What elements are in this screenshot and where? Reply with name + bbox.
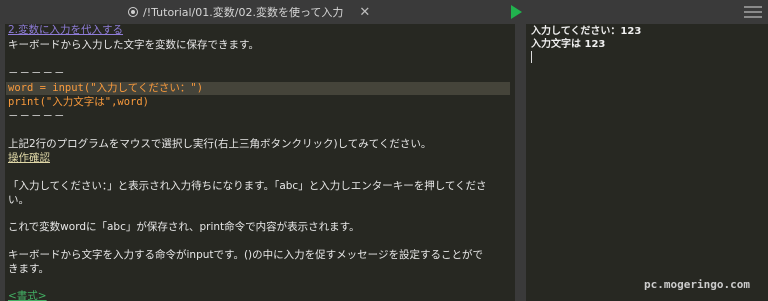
hamburger-icon[interactable] (744, 3, 762, 21)
close-icon[interactable]: ✕ (359, 5, 370, 20)
editor-gutter (0, 24, 5, 301)
section-heading: 2.変数に入力を代入する (8, 24, 124, 36)
tab-bar: /!Tutorial/01.変数/02.変数を使って入力 ✕ (0, 0, 768, 24)
separator-top: －－－－－ (8, 67, 66, 79)
code-args-print: ("入力文字は",word) (39, 96, 150, 108)
paragraph-1-line-2: い。 (8, 194, 29, 206)
output-line-1: 入力してください：123 (531, 26, 642, 37)
pane-divider[interactable] (515, 24, 526, 301)
paragraph-1-line-1: 「入力してください：」と表示され入力待ちになります。「abc」と入力しエンターキ… (8, 180, 487, 192)
text-cursor (531, 51, 532, 63)
paragraph-3-line-2: きます。 (8, 263, 49, 275)
output-pane[interactable]: 入力してください：123 入力文字は 123 pc.mogeringo.com (526, 24, 768, 301)
code-func-input: input (52, 82, 84, 94)
code-func-print: print (8, 96, 40, 108)
code-line-input[interactable]: word = input("入力してください：") (8, 82, 203, 95)
file-tab[interactable]: /!Tutorial/01.変数/02.変数を使って入力 ✕ (128, 0, 370, 24)
separator-bottom: －－－－－ (8, 110, 66, 122)
code-eq: = (33, 82, 53, 94)
watermark: pc.mogeringo.com (644, 278, 750, 291)
instruction-text: 上記2行のプログラムをマウスで選択し実行(右上三角ボタンクリック)してみてくださ… (8, 138, 432, 150)
paragraph-2: これで変数wordに「abc」が保存され、print命令で内容が表示されます。 (8, 221, 360, 233)
operation-check-link[interactable]: 操作確認 (8, 152, 50, 165)
intro-text: キーボードから入力した文字を変数に保存できます。 (8, 39, 259, 51)
output-line-2: 入力文字は 123 (531, 39, 606, 50)
code-var: word (8, 82, 34, 94)
play-icon[interactable] (511, 5, 522, 19)
paragraph-3-line-1: キーボードから文字を入力する命令がinputです。()の中に入力を促すメッセージ… (8, 249, 483, 261)
editor-pane[interactable]: 2.変数に入力を代入する キーボードから入力した文字を変数に保存できます。 －－… (0, 24, 515, 301)
file-tab-title: /!Tutorial/01.変数/02.変数を使って入力 (143, 6, 344, 19)
record-icon (128, 7, 138, 17)
code-args-input: ("入力してください：") (83, 82, 204, 94)
code-line-print[interactable]: print("入力文字は",word) (8, 96, 149, 109)
format-heading: <書式> (8, 290, 47, 301)
